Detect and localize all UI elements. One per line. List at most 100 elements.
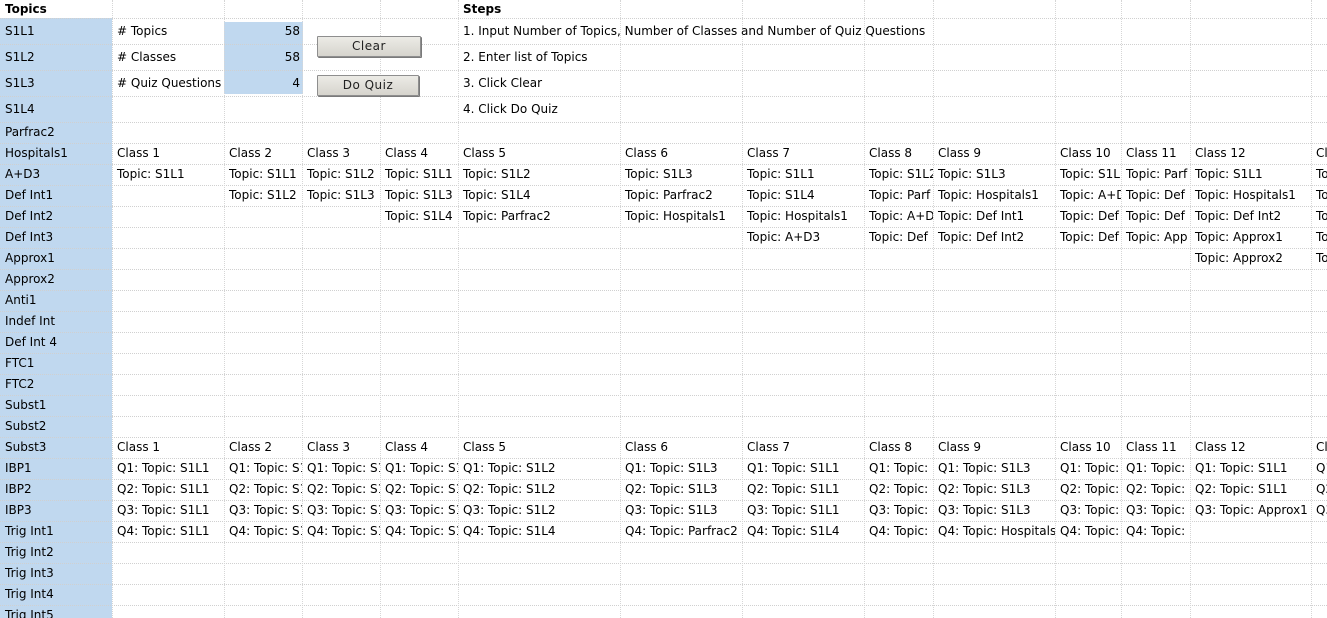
classes-cell[interactable]: Topic: S1L3 xyxy=(302,185,380,206)
classes-cell[interactable]: Topic: Def xyxy=(1121,206,1190,227)
quiz-class-header[interactable]: Class 12 xyxy=(1190,437,1311,458)
classes-cell[interactable]: Topic: S1L2 xyxy=(224,185,302,206)
quiz-class-header[interactable]: Class 10 xyxy=(1055,437,1121,458)
quiz-cell[interactable]: Q2: Topic: S1L3 xyxy=(620,479,742,500)
topic-cell[interactable]: Def Int1 xyxy=(0,185,112,206)
quiz-cell[interactable]: Q3: Topic: S1L2 xyxy=(458,500,620,521)
classes-cell[interactable]: To xyxy=(1311,206,1327,227)
classes-cell[interactable]: Topic: Parfrac2 xyxy=(620,185,742,206)
quiz-class-header[interactable]: Class 5 xyxy=(458,437,620,458)
topic-cell[interactable]: FTC2 xyxy=(0,374,112,395)
classes-cell[interactable]: Topic: A+D xyxy=(864,206,933,227)
classes-cell[interactable]: Topic: Hospitals1 xyxy=(620,206,742,227)
classes-cell[interactable]: Topic: Def xyxy=(1055,206,1121,227)
classes-cell[interactable]: Topic: Def Int1 xyxy=(933,206,1055,227)
quiz-cell[interactable]: Q3: Topic: S1L3 xyxy=(620,500,742,521)
quiz-cell[interactable]: Q3: Topic: xyxy=(1121,500,1190,521)
topics-header[interactable]: Topics xyxy=(0,0,112,18)
quiz-class-header[interactable]: Class 2 xyxy=(224,437,302,458)
quiz-cell[interactable]: Q1: Topic: xyxy=(864,458,933,479)
topic-cell[interactable]: Indef Int xyxy=(0,311,112,332)
param-value[interactable]: 4 xyxy=(224,70,303,96)
quiz-cell[interactable]: Q2: Topic: S1 xyxy=(302,479,380,500)
param-label[interactable]: # Quiz Questions xyxy=(112,70,224,96)
topic-cell[interactable]: FTC1 xyxy=(0,353,112,374)
step-text[interactable]: 2. Enter list of Topics xyxy=(458,44,1055,70)
topic-cell[interactable]: Anti1 xyxy=(0,290,112,311)
classes-cell[interactable]: Topic: S1L1 xyxy=(742,164,864,185)
param-label[interactable]: # Topics xyxy=(112,18,224,44)
topic-cell[interactable]: Subst1 xyxy=(0,395,112,416)
classes-cell[interactable]: Topic: S1L1 xyxy=(1190,164,1311,185)
topic-cell[interactable]: S1L3 xyxy=(0,70,112,96)
classes-cell[interactable]: Topic: Def xyxy=(1055,227,1121,248)
quiz-cell[interactable]: Q3: Topic: S1 xyxy=(302,500,380,521)
classes-cell[interactable]: Topic: A+D3 xyxy=(742,227,864,248)
classes-class-header[interactable]: Cla xyxy=(1311,143,1327,164)
quiz-class-header[interactable]: Class 8 xyxy=(864,437,933,458)
classes-cell[interactable]: Topic: Def xyxy=(1121,185,1190,206)
classes-class-header[interactable]: Class 1 xyxy=(112,143,224,164)
classes-cell[interactable]: Topic: Def xyxy=(864,227,933,248)
quiz-cell[interactable]: Q1: Topic: S1L3 xyxy=(620,458,742,479)
classes-cell[interactable]: Topic: S1L1 xyxy=(112,164,224,185)
quiz-cell[interactable]: Q3: Topic: Approx1 xyxy=(1190,500,1311,521)
topic-cell[interactable]: Trig Int5 xyxy=(0,605,112,618)
quiz-cell[interactable]: Q2: Topic: S1 xyxy=(380,479,458,500)
quiz-cell[interactable]: Q4: Topic: S1 xyxy=(380,521,458,542)
topic-cell[interactable]: Trig Int4 xyxy=(0,584,112,605)
clear-button[interactable]: Clear xyxy=(317,36,421,57)
classes-cell[interactable]: Topic: S1L2 xyxy=(302,164,380,185)
topic-cell[interactable]: IBP1 xyxy=(0,458,112,479)
quiz-cell[interactable]: Q2: Topic: S1L1 xyxy=(1190,479,1311,500)
quiz-cell[interactable]: Q1: Topic: S1L1 xyxy=(1190,458,1311,479)
quiz-cell[interactable]: Q4: Topic: Parfrac2 xyxy=(620,521,742,542)
quiz-cell[interactable]: Q1 xyxy=(1311,458,1327,479)
quiz-cell[interactable]: Q1: Topic: S1L3 xyxy=(933,458,1055,479)
classes-cell[interactable]: Topic: Parfrac2 xyxy=(458,206,620,227)
classes-cell[interactable]: To xyxy=(1311,248,1327,269)
quiz-cell[interactable]: Q3: Topic: S1 xyxy=(224,500,302,521)
classes-class-header[interactable]: Class 12 xyxy=(1190,143,1311,164)
quiz-cell[interactable]: Q4: Topic: xyxy=(864,521,933,542)
classes-class-header[interactable]: Class 2 xyxy=(224,143,302,164)
step-text[interactable]: 3. Click Clear xyxy=(458,70,1055,96)
classes-cell[interactable]: To xyxy=(1311,185,1327,206)
quiz-cell[interactable]: Q1: Topic: S1L2 xyxy=(458,458,620,479)
classes-class-header[interactable]: Class 11 xyxy=(1121,143,1190,164)
classes-cell[interactable]: To xyxy=(1311,164,1327,185)
topic-cell[interactable]: Hospitals1 xyxy=(0,143,112,164)
classes-cell[interactable]: Topic: Approx2 xyxy=(1190,248,1311,269)
classes-cell[interactable]: Topic: S1L xyxy=(1055,164,1121,185)
topic-cell[interactable]: Trig Int2 xyxy=(0,542,112,563)
quiz-cell[interactable]: Q3: Topic: S1L1 xyxy=(742,500,864,521)
classes-cell[interactable]: Topic: App xyxy=(1121,227,1190,248)
topic-cell[interactable]: Trig Int1 xyxy=(0,521,112,542)
classes-cell[interactable]: Topic: S1L4 xyxy=(380,206,458,227)
quiz-cell[interactable]: Q4: Topic: xyxy=(1055,521,1121,542)
quiz-cell[interactable]: Q1: Topic: S1L1 xyxy=(112,458,224,479)
topic-cell[interactable]: Approx2 xyxy=(0,269,112,290)
classes-cell[interactable]: Topic: S1L3 xyxy=(380,185,458,206)
classes-cell[interactable]: Topic: A+D xyxy=(1055,185,1121,206)
classes-class-header[interactable]: Class 4 xyxy=(380,143,458,164)
quiz-cell[interactable]: Q4: Topic: S1L4 xyxy=(458,521,620,542)
quiz-cell[interactable]: Q4: Topic: S1 xyxy=(302,521,380,542)
classes-class-header[interactable]: Class 6 xyxy=(620,143,742,164)
quiz-cell[interactable]: Q3: Topic: S1L1 xyxy=(112,500,224,521)
spreadsheet[interactable]: Topics Steps S1L1 S1L2 S1L3 S1L4 Parfrac2 Hospi… xyxy=(0,0,1327,618)
quiz-cell[interactable]: Q3: Topic: S1 xyxy=(380,500,458,521)
classes-cell[interactable]: Topic: S1L2 xyxy=(458,164,620,185)
classes-cell[interactable]: Topic: Parf xyxy=(864,185,933,206)
topic-cell[interactable]: S1L1 xyxy=(0,18,112,44)
classes-cell[interactable]: To xyxy=(1311,227,1327,248)
quiz-cell[interactable]: Q1: Topic: S1L1 xyxy=(742,458,864,479)
classes-cell[interactable]: Topic: S1L3 xyxy=(620,164,742,185)
classes-cell[interactable]: Topic: S1L1 xyxy=(224,164,302,185)
quiz-cell[interactable]: Q3: Topic: xyxy=(864,500,933,521)
classes-cell[interactable]: Topic: S1L1 xyxy=(380,164,458,185)
quiz-cell[interactable]: Q2: Topic: xyxy=(1055,479,1121,500)
classes-cell[interactable]: Topic: Hospitals1 xyxy=(933,185,1055,206)
topic-cell[interactable]: Subst2 xyxy=(0,416,112,437)
quiz-cell[interactable]: Q3: Topic: xyxy=(1055,500,1121,521)
